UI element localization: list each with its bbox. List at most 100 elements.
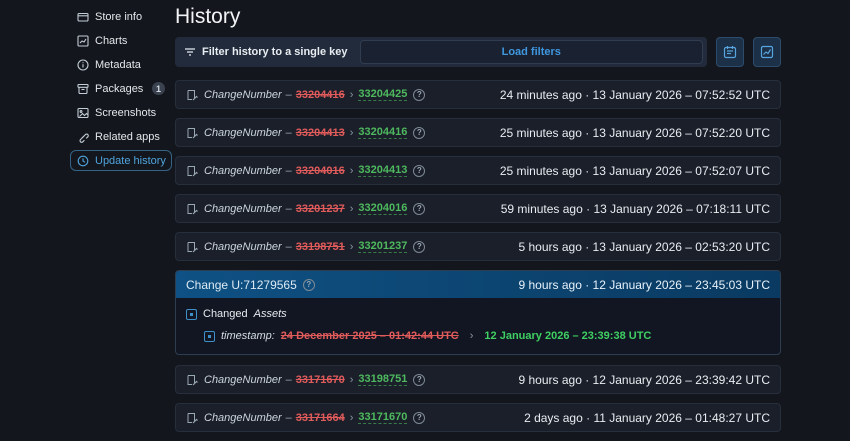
sidebar-item-label: Charts [95, 34, 128, 47]
calendar-icon [723, 46, 737, 59]
row-timestamp: 24 minutes ago · 13 January 2026 – 07:52… [499, 87, 770, 102]
changed-label: Changed [203, 308, 248, 320]
link-icon [77, 131, 89, 143]
dash-separator: – [285, 202, 292, 215]
history-row[interactable]: ChangeNumber – 33171664 › 33171670 ? 2 d… [175, 403, 781, 432]
sidebar-item-label: Packages [95, 82, 144, 95]
sidebar-item-label: Screenshots [95, 106, 157, 119]
old-value: 24 December 2025 – 01:42:44 UTC [280, 330, 459, 342]
help-icon[interactable]: ? [413, 373, 426, 386]
history-row[interactable]: ChangeNumber – 33171670 › 33198751 ? 9 h… [175, 365, 781, 394]
help-icon[interactable]: ? [302, 278, 315, 291]
package-icon [77, 83, 89, 95]
help-icon[interactable]: ? [413, 88, 426, 101]
sidebar-item-metadata[interactable]: Metadata [70, 54, 172, 75]
row-timestamp: 25 minutes ago · 13 January 2026 – 07:52… [499, 163, 770, 178]
history-row[interactable]: ChangeNumber – 33204413 › 33204416 ? 25 … [175, 118, 781, 147]
sidebar-item-label: Related apps [95, 130, 160, 143]
old-value: 33204016 [295, 164, 345, 177]
expand-toggle-icon[interactable] [204, 330, 215, 342]
main-content: History Filter history to a single key L… [175, 0, 781, 441]
change-field-name: ChangeNumber [204, 373, 282, 386]
arrow-separator: › [349, 202, 354, 215]
arrow-separator: › [349, 240, 354, 253]
image-icon [77, 107, 89, 119]
arrow-separator: › [469, 330, 474, 342]
new-value[interactable]: 33204016 [358, 202, 408, 215]
detailed-change-block: Change U:71279565 ? 9 hours ago · 12 Jan… [175, 270, 781, 355]
help-icon[interactable]: ? [413, 126, 426, 139]
calendar-button[interactable] [716, 37, 744, 67]
change-field-name: ChangeNumber [204, 202, 282, 215]
change-title: Change U:71279565 [186, 277, 297, 292]
expand-toggle-icon[interactable] [186, 308, 197, 320]
help-icon[interactable]: ? [413, 164, 426, 177]
change-field-name: ChangeNumber [204, 88, 282, 101]
sidebar-item-label: Store info [95, 10, 143, 23]
sidebar-item-label: Metadata [95, 58, 141, 71]
old-value: 33204413 [295, 126, 345, 139]
help-icon[interactable]: ? [413, 202, 426, 215]
sidebar-item-related-apps[interactable]: Related apps [70, 126, 172, 147]
new-value: 12 January 2026 – 23:39:38 UTC [484, 330, 652, 342]
sidebar-item-screenshots[interactable]: Screenshots [70, 102, 172, 123]
diff-note-icon [186, 165, 198, 177]
history-row[interactable]: ChangeNumber – 33204016 › 33204413 ? 25 … [175, 156, 781, 185]
sidebar-item-update-history[interactable]: Update history [70, 150, 172, 171]
sidebar-item-store-info[interactable]: Store info [70, 6, 172, 27]
sidebar: Store info Charts Metadata Packages 1 Sc… [70, 6, 172, 171]
history-row[interactable]: ChangeNumber – 33198751 › 33201237 ? 5 h… [175, 232, 781, 261]
change-field-name: ChangeNumber [204, 126, 282, 139]
chart-icon [77, 34, 89, 47]
new-value[interactable]: 33204425 [358, 88, 408, 101]
arrow-separator: › [349, 164, 354, 177]
history-row[interactable]: ChangeNumber – 33201237 › 33204016 ? 59 … [175, 194, 781, 223]
history-clock-icon [77, 155, 89, 167]
sidebar-item-label: Update history [95, 154, 166, 167]
old-value: 33198751 [295, 240, 345, 253]
diff-key: timestamp: [221, 330, 275, 342]
dash-separator: – [285, 240, 292, 253]
arrow-separator: › [349, 88, 354, 101]
row-timestamp: 59 minutes ago · 13 January 2026 – 07:18… [500, 201, 770, 216]
dash-separator: – [285, 164, 292, 177]
store-icon [77, 11, 89, 23]
diff-line: timestamp: 24 December 2025 – 01:42:44 U… [204, 328, 770, 344]
old-value: 33201237 [295, 202, 345, 215]
history-row[interactable]: ChangeNumber – 33204416 › 33204425 ? 24 … [175, 80, 781, 109]
info-icon [77, 58, 89, 71]
filter-bar: Filter history to a single key Load filt… [175, 37, 707, 67]
load-filters-button[interactable]: Load filters [359, 40, 703, 64]
old-value: 33204416 [295, 88, 345, 101]
chart-view-button[interactable] [753, 37, 781, 67]
page-title: History [175, 5, 241, 28]
new-value[interactable]: 33204413 [358, 164, 408, 177]
arrow-separator: › [349, 126, 354, 139]
diff-note-icon [186, 241, 198, 253]
dash-separator: – [285, 373, 292, 386]
dash-separator: – [285, 88, 292, 101]
change-block-body: Changed Assets timestamp: 24 December 20… [176, 298, 780, 354]
new-value[interactable]: 33204416 [358, 126, 408, 139]
diff-note-icon [186, 89, 198, 101]
sidebar-item-packages[interactable]: Packages 1 [70, 78, 172, 99]
new-value[interactable]: 33198751 [358, 373, 408, 386]
dash-separator: – [285, 126, 292, 139]
sidebar-item-charts[interactable]: Charts [70, 30, 172, 51]
filter-icon [185, 48, 195, 56]
arrow-separator: › [349, 373, 354, 386]
row-timestamp: 5 hours ago · 13 January 2026 – 02:53:20… [518, 239, 771, 254]
new-value[interactable]: 33201237 [358, 240, 408, 253]
row-timestamp: 9 hours ago · 12 January 2026 – 23:39:42… [518, 372, 771, 387]
change-timestamp: 9 hours ago · 12 January 2026 – 23:45:03… [518, 277, 771, 292]
change-field-name: ChangeNumber [204, 240, 282, 253]
new-value[interactable]: 33171670 [358, 411, 408, 424]
diff-note-icon [186, 374, 198, 386]
change-block-header[interactable]: Change U:71279565 ? 9 hours ago · 12 Jan… [176, 271, 780, 298]
changed-section-line: Changed Assets [186, 306, 770, 322]
help-icon[interactable]: ? [413, 240, 426, 253]
filter-label: Filter history to a single key [184, 46, 348, 58]
changed-target: Assets [253, 308, 287, 320]
history-list: ChangeNumber – 33204416 › 33204425 ? 24 … [175, 80, 781, 432]
count-badge: 1 [152, 82, 165, 95]
